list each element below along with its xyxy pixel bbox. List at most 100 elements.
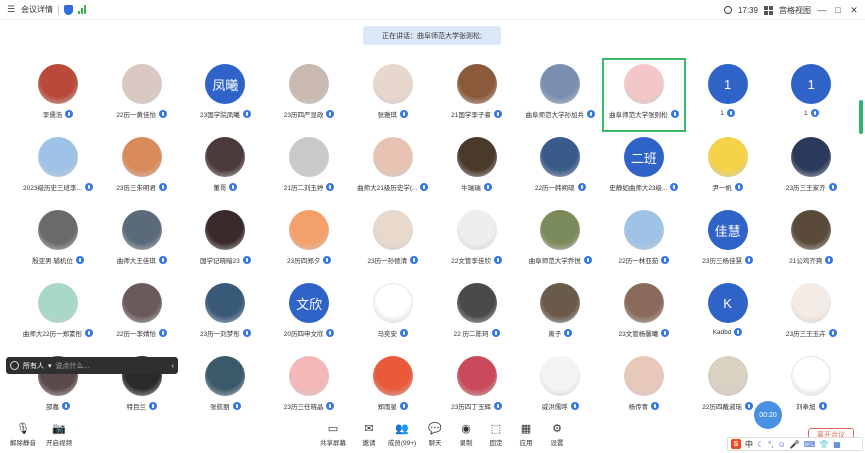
microphone-icon[interactable]: 🎤: [790, 440, 800, 449]
participant-tile[interactable]: 曲师大22历一郑素彤: [16, 277, 100, 351]
close-button[interactable]: ✕: [849, 5, 859, 16]
chat-input[interactable]: 说点什么...: [56, 361, 168, 371]
participant-tile[interactable]: 曲阜师范大学孙加兵: [518, 58, 602, 132]
moon-icon[interactable]: ☾: [757, 440, 764, 449]
participant-tile[interactable]: 凤曦 23国学院凤曦: [183, 58, 267, 132]
participant-tile[interactable]: 国学记晓暗23: [183, 204, 267, 278]
participant-name-row: 曲阜师范大学乔悦: [529, 255, 592, 265]
participant-tile[interactable]: 董哥: [183, 131, 267, 205]
microphone-muted-icon: 🎙: [16, 422, 30, 435]
participant-name: 邵嘉: [46, 404, 59, 411]
participant-tile[interactable]: 威洪儒呼: [518, 350, 602, 424]
participant-tile[interactable]: 曲师大21级历史学(...: [351, 131, 435, 205]
meeting-time: 17:39: [737, 5, 758, 15]
participant-tile[interactable]: 11: [769, 58, 853, 132]
participant-tile[interactable]: 佳慧 23历三杨佳慧: [686, 204, 770, 278]
participant-tile[interactable]: 郑雨星: [351, 350, 435, 424]
unmute-button[interactable]: 🎙 解除静音: [4, 422, 42, 448]
participant-name-row: 曲师大21级历史学(...: [357, 182, 429, 192]
participant-tile[interactable]: 22 历二陈珂: [435, 277, 519, 351]
emoji-icon[interactable]: ☺: [778, 440, 786, 449]
chat-quick-input[interactable]: 所有人 ▾ 说点什么... ‹: [6, 357, 178, 374]
participant-tile[interactable]: 23历四丁玉辉: [435, 350, 519, 424]
punctuation-icon[interactable]: °,: [768, 440, 773, 449]
participant-tile[interactable]: 21国学李子睿: [435, 58, 519, 132]
participant-tile[interactable]: 23历三朱明君: [100, 131, 184, 205]
menu-icon[interactable]: ☰: [6, 4, 16, 15]
grid-view-icon[interactable]: [764, 5, 773, 15]
participant-tile[interactable]: 22历一黄佳怡: [100, 58, 184, 132]
participant-tile[interactable]: 2023级历史三班李...: [16, 131, 100, 205]
members-label: 成员(99+): [387, 440, 417, 447]
settings-button[interactable]: ⚙ 设置: [538, 422, 576, 448]
maximize-button[interactable]: □: [833, 5, 843, 15]
participant-tile[interactable]: 离子: [518, 277, 602, 351]
participant-tile[interactable]: 21公鸡齐爽: [769, 204, 853, 278]
participant-tile[interactable]: 23历三王玉卉: [769, 277, 853, 351]
participant-tile[interactable]: 牛瑞瑞: [435, 131, 519, 205]
microphone-status-icon: [148, 402, 157, 410]
collapse-arrow-icon[interactable]: ‹: [171, 361, 174, 370]
participant-tile[interactable]: K Kadbd: [686, 277, 770, 351]
invite-icon: ✉: [364, 422, 374, 435]
sogou-logo[interactable]: S: [731, 439, 741, 449]
participant-tile[interactable]: 曲阜师范大学乔悦: [518, 204, 602, 278]
participant-tile[interactable]: 曲师大王佳琪: [100, 204, 184, 278]
participant-tile[interactable]: 22历一李婧怡: [100, 277, 184, 351]
microphone-status-icon: [491, 329, 500, 337]
participant-tile[interactable]: 21历二刘玉婷: [267, 131, 351, 205]
emoji-icon[interactable]: [10, 361, 19, 370]
participant-tile[interactable]: 文欣 20历四申文欣: [267, 277, 351, 351]
participant-tile[interactable]: 11: [686, 58, 770, 132]
meeting-details-link[interactable]: 会议详情: [21, 4, 53, 15]
ime-language[interactable]: 中: [745, 439, 753, 450]
participant-tile[interactable]: 殷亚男 辅机位: [16, 204, 100, 278]
share-screen-button[interactable]: ▭ 共享屏幕: [314, 422, 352, 448]
participant-name: 张航丽: [210, 404, 230, 411]
participant-name: 20历四申文欣: [283, 331, 324, 338]
avatar: [540, 210, 581, 250]
avatar: 佳慧: [707, 210, 748, 250]
microphone-status-icon: [651, 402, 660, 410]
toolbox-icon[interactable]: ▦: [833, 440, 841, 449]
participant-tile[interactable]: 23历三王家齐: [769, 131, 853, 205]
participant-tile[interactable]: 23历一刘梦彤: [183, 277, 267, 351]
microphone-status-icon: [400, 402, 409, 410]
keyboard-icon[interactable]: ⌨: [804, 440, 816, 449]
participant-name: 曲师大王佳琪: [116, 258, 156, 265]
participant-tile[interactable]: 23历四郑夕: [267, 204, 351, 278]
participant-tile[interactable]: 23历三任晓晶: [267, 350, 351, 424]
participant-tile[interactable]: 二班 史静如曲师大23级...: [602, 131, 686, 205]
participant-tile[interactable]: 23历一孙德清: [351, 204, 435, 278]
start-video-button[interactable]: 📷 开启视频: [40, 422, 78, 448]
avatar: [707, 137, 748, 177]
participant-tile[interactable]: 尹一帆: [686, 131, 770, 205]
participant-tile[interactable]: 22历一林亚茹: [602, 204, 686, 278]
speaking-indicator: 正在讲话：曲阜师范大学张则松;: [363, 26, 501, 45]
chevron-down-icon[interactable]: ▾: [48, 362, 52, 370]
participant-tile[interactable]: 张雅琪: [351, 58, 435, 132]
scrollbar-thumb[interactable]: [859, 100, 863, 134]
skin-icon[interactable]: 👕: [819, 440, 829, 449]
participant-tile[interactable]: 22历一韩朔硕: [518, 131, 602, 205]
participant-name: 23历三杨佳慧: [702, 258, 742, 265]
participant-tile[interactable]: 23历四严显政: [267, 58, 351, 132]
participant-name-row: 23历三杨佳慧: [702, 255, 753, 265]
participant-name: 23历三任晓晶: [283, 404, 324, 411]
view-mode-button[interactable]: 宫格视图: [779, 5, 811, 16]
participant-tile[interactable]: 马奕安: [351, 277, 435, 351]
participant-tile[interactable]: 杨传青: [602, 350, 686, 424]
scrollbar[interactable]: [859, 100, 863, 140]
security-shield-icon[interactable]: [64, 4, 73, 15]
participant-tile[interactable]: 张航丽: [183, 350, 267, 424]
participant-tile[interactable]: 李儒浩: [16, 58, 100, 132]
participant-tile[interactable]: 23文管杨馨曦: [602, 277, 686, 351]
participant-tile[interactable]: 曲阜师范大学张则松: [601, 58, 686, 132]
network-signal-icon[interactable]: [78, 5, 86, 14]
chat-target[interactable]: 所有人: [23, 361, 44, 371]
participant-name: 23历一孙德清: [367, 258, 408, 265]
minimize-button[interactable]: —: [817, 5, 827, 15]
microphone-status-icon: [242, 329, 251, 337]
participant-tile[interactable]: 22文管李佳欣: [435, 204, 519, 278]
ime-toolbar[interactable]: S 中 ☾ °, ☺ 🎤 ⌨ 👕 ▦: [727, 437, 863, 451]
